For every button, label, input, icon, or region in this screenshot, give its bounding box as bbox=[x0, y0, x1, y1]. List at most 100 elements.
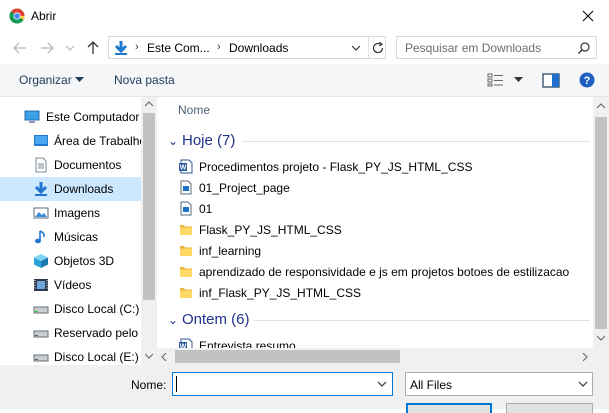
file-list: Nome ⌄ Hoje (7) W Procedimentos projeto … bbox=[164, 97, 593, 348]
command-bar: Organizar Nova pasta ? bbox=[0, 64, 609, 97]
file-name: Entrevista resumo bbox=[199, 339, 296, 348]
group-divider bbox=[254, 320, 590, 321]
word-doc-icon: W bbox=[179, 159, 193, 174]
nav-item-objetos-3d[interactable]: Objetos 3D bbox=[0, 249, 141, 273]
nav-item-area-de-trabalho[interactable]: Área de Trabalho bbox=[0, 129, 141, 153]
chrome-icon bbox=[9, 8, 25, 24]
file-row[interactable]: W Procedimentos projeto - Flask_PY_JS_HT… bbox=[164, 156, 593, 177]
nav-item-disco-local-c[interactable]: Disco Local (C:) bbox=[0, 297, 141, 321]
folder-icon bbox=[180, 246, 192, 256]
folder-icon bbox=[180, 225, 192, 235]
up-arrow-icon[interactable] bbox=[84, 39, 102, 57]
collapse-chevron-icon[interactable]: ⌄ bbox=[168, 134, 178, 148]
address-chevron-icon[interactable]: › bbox=[217, 41, 221, 53]
search-input[interactable]: Pesquisar em Downloads bbox=[396, 36, 597, 59]
scroll-down-icon[interactable] bbox=[145, 353, 153, 359]
forward-arrow-icon[interactable] bbox=[38, 39, 56, 57]
horizontal-scroll-thumb[interactable] bbox=[175, 350, 400, 363]
search-icon[interactable] bbox=[577, 41, 591, 55]
group-header-yesterday[interactable]: ⌄ Ontem (6) bbox=[164, 310, 593, 330]
window-title: Abrir bbox=[31, 9, 57, 23]
scroll-down-icon[interactable] bbox=[597, 335, 605, 341]
open-button[interactable] bbox=[406, 403, 492, 413]
nav-pane-scroll-thumb[interactable] bbox=[143, 113, 155, 300]
drive-icon bbox=[33, 330, 49, 338]
nav-item-reservado-pelo-sistema[interactable]: Reservado pelo S bbox=[0, 321, 141, 345]
documents-icon bbox=[35, 157, 47, 173]
recent-locations-chevron-icon[interactable] bbox=[64, 39, 76, 57]
word-doc-icon: W bbox=[179, 338, 193, 348]
file-name-dropdown-icon[interactable] bbox=[375, 377, 389, 391]
file-name: Procedimentos projeto - Flask_PY_JS_HTML… bbox=[199, 160, 473, 174]
preview-pane-icon[interactable] bbox=[542, 73, 560, 88]
file-name: inf_Flask_PY_JS_HTML_CSS bbox=[199, 286, 362, 300]
file-list-scrollbar[interactable] bbox=[593, 97, 609, 348]
desktop-icon bbox=[34, 135, 48, 146]
music-icon bbox=[35, 230, 45, 244]
file-list-horizontal-scrollbar[interactable] bbox=[157, 348, 593, 365]
organize-chevron-icon[interactable] bbox=[75, 77, 84, 83]
nav-item-downloads[interactable]: Downloads bbox=[0, 177, 141, 201]
collapse-chevron-icon[interactable]: ⌄ bbox=[168, 313, 178, 327]
address-segment-parent[interactable]: Este Com... bbox=[147, 41, 210, 55]
column-header-name[interactable]: Nome bbox=[178, 103, 210, 117]
new-folder-button[interactable]: Nova pasta bbox=[114, 73, 175, 87]
drive-icon bbox=[33, 306, 49, 314]
file-row[interactable]: Flask_PY_JS_HTML_CSS bbox=[164, 219, 593, 240]
nav-item-este-computador[interactable]: Este Computador bbox=[0, 105, 141, 129]
pictures-icon bbox=[33, 207, 49, 219]
nav-item-label: Este Computador bbox=[46, 110, 140, 124]
scroll-up-icon[interactable] bbox=[145, 101, 153, 107]
videos-icon bbox=[34, 279, 48, 291]
file-list-scroll-thumb[interactable] bbox=[595, 117, 607, 329]
nav-item-label: Disco Local (C:) bbox=[54, 302, 140, 316]
group-header-today[interactable]: ⌄ Hoje (7) bbox=[164, 131, 593, 151]
file-name-label: Nome: bbox=[131, 378, 167, 392]
file-row[interactable]: W Entrevista resumo bbox=[164, 335, 593, 348]
view-options-chevron-icon[interactable] bbox=[514, 77, 523, 83]
nav-item-videos[interactable]: Vídeos bbox=[0, 273, 141, 297]
scroll-up-icon[interactable] bbox=[597, 103, 605, 109]
file-row[interactable]: 01 bbox=[164, 198, 593, 219]
nav-item-label: Área de Trabalho bbox=[54, 134, 141, 148]
search-placeholder: Pesquisar em Downloads bbox=[405, 41, 542, 55]
nav-item-label: Objetos 3D bbox=[54, 254, 115, 268]
nav-item-label: Músicas bbox=[54, 230, 99, 244]
nav-item-imagens[interactable]: Imagens bbox=[0, 201, 141, 225]
file-row[interactable]: aprendizado de responsividade e js em pr… bbox=[164, 261, 593, 282]
nav-pane-scrollbar[interactable] bbox=[141, 97, 157, 365]
scroll-left-icon[interactable] bbox=[161, 353, 167, 361]
group-label: Ontem (6) bbox=[182, 311, 250, 328]
close-icon[interactable] bbox=[576, 4, 600, 28]
nav-item-documentos[interactable]: Documentos bbox=[0, 153, 141, 177]
cancel-button[interactable] bbox=[506, 403, 593, 413]
file-row[interactable]: inf_Flask_PY_JS_HTML_CSS bbox=[164, 282, 593, 303]
folder-icon bbox=[180, 267, 192, 277]
refresh-icon[interactable] bbox=[370, 39, 386, 57]
file-row[interactable]: 01_Project_page bbox=[164, 177, 593, 198]
address-dropdown-icon[interactable] bbox=[348, 39, 364, 57]
nav-item-label: Downloads bbox=[54, 182, 114, 196]
document-icon bbox=[180, 201, 192, 216]
file-name-input[interactable] bbox=[172, 372, 393, 396]
address-chevron-icon[interactable]: › bbox=[135, 41, 139, 53]
nav-item-musicas[interactable]: Músicas bbox=[0, 225, 141, 249]
scroll-right-icon[interactable] bbox=[582, 353, 588, 361]
downloads-location-icon bbox=[114, 41, 128, 55]
address-segment-current[interactable]: Downloads bbox=[229, 41, 288, 55]
group-divider bbox=[242, 141, 590, 142]
file-name: aprendizado de responsividade e js em pr… bbox=[199, 265, 570, 279]
organize-button[interactable]: Organizar bbox=[19, 73, 72, 87]
file-type-value: All Files bbox=[410, 378, 453, 392]
file-name: Flask_PY_JS_HTML_CSS bbox=[199, 223, 342, 237]
chevron-down-icon[interactable] bbox=[577, 378, 589, 390]
view-details-icon[interactable] bbox=[487, 73, 505, 87]
file-name: 01_Project_page bbox=[199, 181, 290, 195]
address-bar[interactable]: › Este Com... › Downloads bbox=[108, 36, 386, 59]
nav-item-label: Disco Local (E:) bbox=[54, 350, 139, 364]
nav-item-label: Reservado pelo S bbox=[54, 326, 141, 340]
file-row[interactable]: inf_learning bbox=[164, 240, 593, 261]
help-icon[interactable]: ? bbox=[579, 72, 595, 88]
file-type-select[interactable]: All Files bbox=[405, 372, 593, 396]
back-arrow-icon[interactable] bbox=[11, 39, 29, 57]
